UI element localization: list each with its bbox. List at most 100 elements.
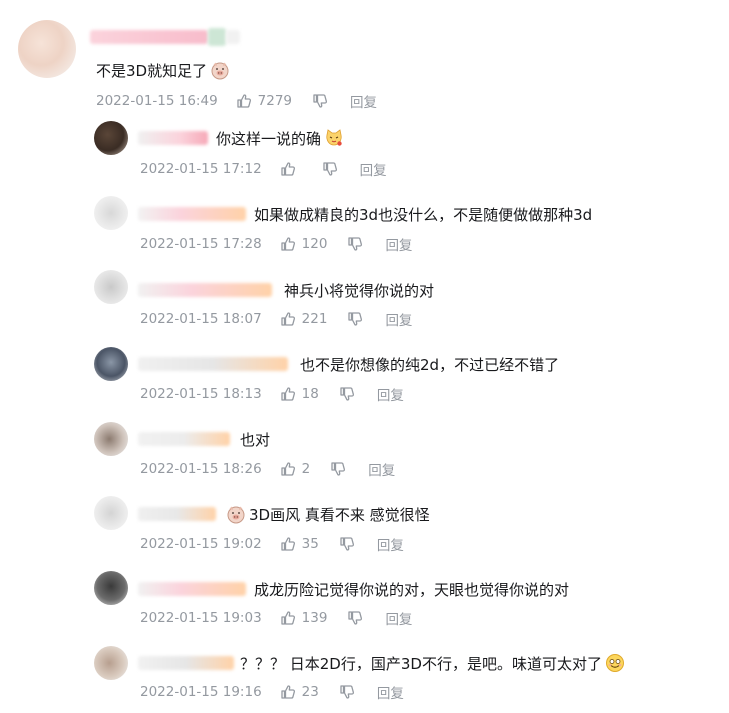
avatar[interactable] [94,646,128,680]
username-blurred[interactable] [138,207,246,221]
pig-face-emoji-icon [226,504,246,524]
like-button[interactable] [280,161,302,177]
cat-face-emoji-icon [324,128,344,148]
username-blurred[interactable] [138,432,230,446]
reply-button[interactable]: 回复 [368,459,395,479]
avatar[interactable] [94,196,128,230]
thumbs-down-icon [347,236,363,252]
avatar[interactable] [94,422,128,456]
avatar[interactable] [94,571,128,605]
reply-meta: 2022-01-15 18:13 18 回复 [140,384,404,404]
username-blurred[interactable] [138,507,216,521]
user-badge-blurred [208,28,226,46]
thumbs-up-icon [280,461,296,477]
reply-meta: 2022-01-15 19:16 23 回复 [140,682,404,702]
dislike-button[interactable] [339,536,355,552]
like-count: 2 [301,461,311,477]
like-button[interactable]: 221 [280,311,328,327]
reply-button[interactable]: 回复 [385,608,412,628]
reply-text: ？？？ 日本2D行，国产3D不行，是吧。味道可太对了 [240,655,602,673]
reply-meta: 2022-01-15 17:28 120 回复 [140,234,412,254]
reply-text-row: 3D画风 真看不来 感觉很怪 [226,504,430,525]
comment-text-row: 不是3D就知足了 [96,60,230,81]
comment-meta: 2022-01-15 16:49 7279 回复 [96,91,377,111]
reply-meta: 2022-01-15 18:26 2 回复 [140,459,395,479]
avatar[interactable] [94,496,128,530]
like-count: 139 [301,610,328,626]
reply-button[interactable]: 回复 [385,234,412,254]
like-button[interactable]: 23 [280,684,319,700]
thumbs-down-icon [330,461,346,477]
avatar[interactable] [94,270,128,304]
reply-meta: 2022-01-15 17:12 回复 [140,159,387,179]
username-blurred[interactable] [138,283,272,297]
reply-text: 如果做成精良的3d也没什么，不是随便做做那种3d [254,206,593,224]
reply-date: 2022-01-15 18:13 [140,386,262,402]
reply-text: 你这样一说的确 [216,130,322,148]
reply-date: 2022-01-15 19:03 [140,610,262,626]
reply-text: 也不是你想像的纯2d，不过已经不错了 [300,356,560,374]
dislike-button[interactable] [339,386,355,402]
dislike-button[interactable] [312,93,328,109]
reply-text-row: ？？？ 日本2D行，国产3D不行，是吧。味道可太对了 [240,653,625,674]
thumbs-down-icon [347,610,363,626]
thumbs-up-icon [280,386,296,402]
reply-button[interactable]: 回复 [377,384,404,404]
comment-text: 不是3D就知足了 [96,62,208,80]
avatar[interactable] [94,121,128,155]
thumbs-up-icon [280,684,296,700]
thumbs-down-icon [339,536,355,552]
reply-text: 神兵小将觉得你说的对 [284,282,435,300]
thumbs-down-icon [312,93,328,109]
reply-button[interactable]: 回复 [377,534,404,554]
reply-text: 成龙历险记觉得你说的对，天眼也觉得你说的对 [254,581,570,599]
like-button[interactable]: 18 [280,386,319,402]
thumbs-up-icon [280,610,296,626]
like-button[interactable]: 7279 [236,93,292,109]
pig-face-emoji-icon [210,60,230,80]
dislike-button[interactable] [330,461,346,477]
reply-button[interactable]: 回复 [385,309,412,329]
thumbs-down-icon [339,684,355,700]
like-button[interactable]: 120 [280,236,327,252]
thumbs-up-icon [280,311,296,327]
like-button[interactable]: 35 [280,536,319,552]
like-count: 23 [301,684,319,700]
reply-button[interactable]: 回复 [360,159,387,179]
reply-meta: 2022-01-15 19:02 35 回复 [140,534,404,554]
dislike-button[interactable] [347,610,363,626]
username-blurred[interactable] [138,656,234,670]
like-count: 7279 [257,93,293,109]
smiling-face-emoji-icon [605,653,625,673]
reply-date: 2022-01-15 18:26 [140,461,262,477]
like-button[interactable]: 139 [280,610,328,626]
username-blurred[interactable] [138,582,246,596]
like-count: 18 [301,386,319,402]
reply-date: 2022-01-15 17:28 [140,236,262,252]
thumbs-up-icon [280,161,296,177]
dislike-button[interactable] [339,684,355,700]
dislike-button[interactable] [322,161,338,177]
username-blurred[interactable] [138,131,208,145]
like-button[interactable]: 2 [280,461,311,477]
username-blurred[interactable] [90,30,208,44]
dislike-button[interactable] [347,236,363,252]
reply-date: 2022-01-15 17:12 [140,161,262,177]
thumbs-up-icon [280,536,296,552]
reply-button[interactable]: 回复 [350,91,377,111]
avatar[interactable] [94,347,128,381]
comment-date: 2022-01-15 16:49 [96,93,218,109]
like-count: 221 [301,311,328,327]
thumbs-down-icon [347,311,363,327]
username-blurred[interactable] [138,357,288,371]
like-count: 35 [301,536,319,552]
reply-meta: 2022-01-15 18:07 221 回复 [140,309,412,329]
reply-meta: 2022-01-15 19:03 139 回复 [140,608,412,628]
reply-date: 2022-01-15 18:07 [140,311,262,327]
user-badge-blurred [226,30,240,44]
reply-button[interactable]: 回复 [377,682,404,702]
thumbs-down-icon [339,386,355,402]
avatar[interactable] [18,20,76,78]
dislike-button[interactable] [347,311,363,327]
thumbs-up-icon [236,93,252,109]
